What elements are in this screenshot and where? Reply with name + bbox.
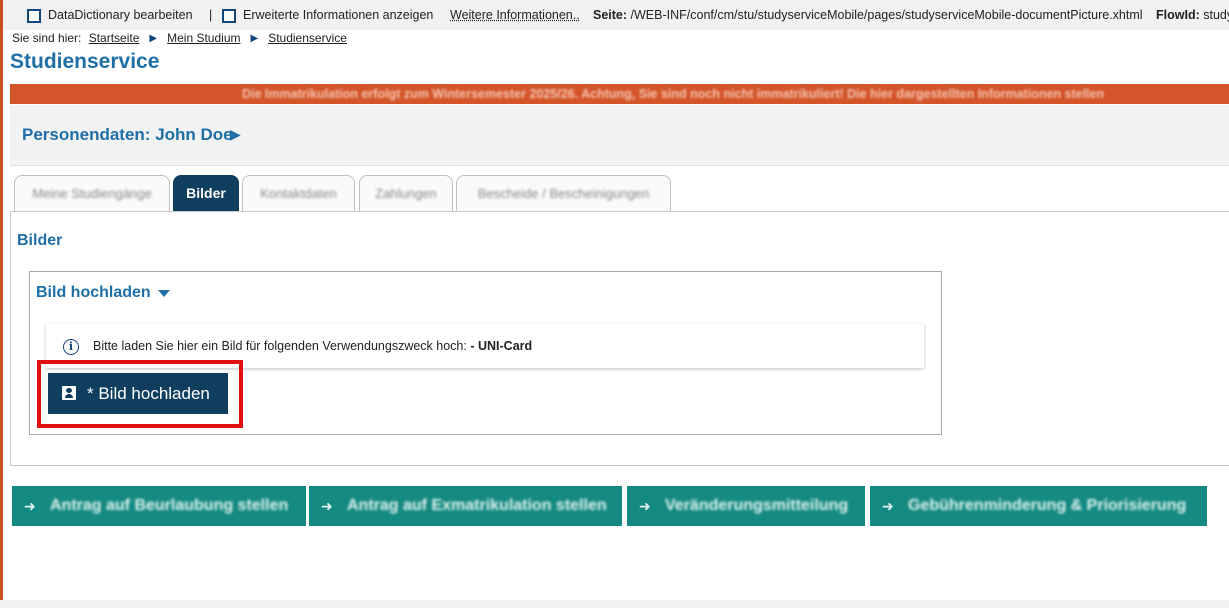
datadictionary-checkbox[interactable]: [27, 8, 41, 23]
chevron-right-icon[interactable]: ▶: [230, 126, 241, 143]
breadcrumb: Sie sind hier: Startseite ▶ Mein Studium ▶ S…: [12, 30, 347, 46]
left-accent-bar: [0, 0, 3, 608]
banner-text: Die Immatrikulation erfolgt zum Winterse…: [242, 87, 1105, 101]
tab-label: Zahlungen: [375, 186, 437, 201]
info-message-purpose: - UNI-Card: [470, 339, 533, 353]
info-icon: i: [63, 339, 79, 355]
page-path: /WEB-INF/conf/cm/stu/studyserviceMobile/…: [630, 8, 1143, 22]
enrollment-warning-banner: Die Immatrikulation erfolgt zum Winterse…: [10, 84, 1229, 104]
breadcrumb-prefix: Sie sind hier:: [12, 31, 82, 45]
action-label: Antrag auf Beurlaubung stellen: [50, 497, 289, 514]
upload-picture-button[interactable]: * Bild hochladen: [48, 373, 228, 414]
request-exmatriculation-button[interactable]: ➜ Antrag auf Exmatrikulation stellen: [309, 486, 622, 526]
page-path-info: Seite: /WEB-INF/conf/cm/stu/studyservice…: [593, 0, 1143, 30]
tab-label: Bescheide / Bescheinigungen: [477, 186, 650, 201]
debug-toolbar: DataDictionary bearbeiten | Erweiterte I…: [3, 0, 1229, 30]
datadictionary-label: DataDictionary bearbeiten: [48, 8, 193, 22]
action-label: Antrag auf Exmatrikulation stellen: [347, 497, 607, 514]
upload-panel: Bild hochladen i Bitte laden Sie hier ei…: [29, 271, 942, 435]
flowid-info: FlowId: study: [1156, 0, 1229, 30]
upload-panel-toggle[interactable]: Bild hochladen: [36, 284, 151, 302]
extended-info-toggle[interactable]: Erweiterte Informationen anzeigen: [222, 0, 433, 30]
action-label: Gebührenminderung & Priorisierung: [908, 497, 1187, 514]
change-notification-button[interactable]: ➜ Veränderungsmitteilung: [627, 486, 865, 526]
person-data-label[interactable]: Personendaten: John Doe: [22, 125, 233, 145]
section-title: Bilder: [17, 232, 63, 249]
upload-button-label: * Bild hochladen: [87, 384, 210, 403]
extended-info-checkbox[interactable]: [222, 8, 236, 23]
tab-label: Meine Studiengänge: [32, 186, 152, 201]
fee-reduction-button[interactable]: ➜ Gebührenminderung & Priorisierung: [870, 486, 1207, 526]
arrow-right-icon: ➜: [321, 498, 333, 514]
user-portrait-icon: [62, 386, 76, 400]
tab-content-panel: Bilder Bild hochladen i Bitte laden Sie …: [10, 211, 1229, 466]
tab-zahlungen[interactable]: Zahlungen: [359, 175, 453, 211]
tab-meine-studiengaenge[interactable]: Meine Studiengänge: [14, 175, 170, 211]
person-data-header[interactable]: Personendaten: John Doe ▶: [10, 105, 1229, 166]
chevron-right-icon: ▶: [149, 33, 158, 44]
info-message-prefix: Bitte laden Sie hier ein Bild für folgen…: [93, 339, 467, 353]
more-info-link[interactable]: Weitere Informationen..: [450, 0, 580, 30]
tab-label: Kontaktdaten: [260, 186, 337, 201]
extended-info-label: Erweiterte Informationen anzeigen: [243, 8, 434, 22]
breadcrumb-mein-studium[interactable]: Mein Studium: [167, 31, 240, 45]
tab-kontaktdaten[interactable]: Kontaktdaten: [242, 175, 355, 211]
breadcrumb-startseite[interactable]: Startseite: [89, 31, 140, 45]
flowid-label: FlowId:: [1156, 8, 1200, 22]
page-title: Studienservice: [10, 50, 160, 73]
action-label: Veränderungsmitteilung: [665, 497, 849, 514]
arrow-right-icon: ➜: [639, 498, 651, 514]
request-leave-button[interactable]: ➜ Antrag auf Beurlaubung stellen: [12, 486, 306, 526]
chevron-right-icon: ▶: [250, 33, 259, 44]
info-message-text: Bitte laden Sie hier ein Bild für folgen…: [93, 339, 532, 353]
tab-bilder[interactable]: Bilder: [173, 175, 239, 211]
datadictionary-toggle[interactable]: DataDictionary bearbeiten: [27, 0, 193, 30]
chevron-down-icon[interactable]: [158, 290, 170, 297]
toolbar-separator: |: [209, 8, 213, 22]
tab-bescheide[interactable]: Bescheide / Bescheinigungen: [456, 175, 671, 211]
tab-label: Bilder: [186, 185, 226, 201]
breadcrumb-studienservice[interactable]: Studienservice: [268, 31, 347, 45]
footer-strip: [0, 600, 1229, 608]
arrow-right-icon: ➜: [24, 498, 36, 514]
flowid-value: study: [1203, 8, 1229, 22]
page-label: Seite:: [593, 8, 628, 22]
arrow-right-icon: ➜: [882, 498, 894, 514]
